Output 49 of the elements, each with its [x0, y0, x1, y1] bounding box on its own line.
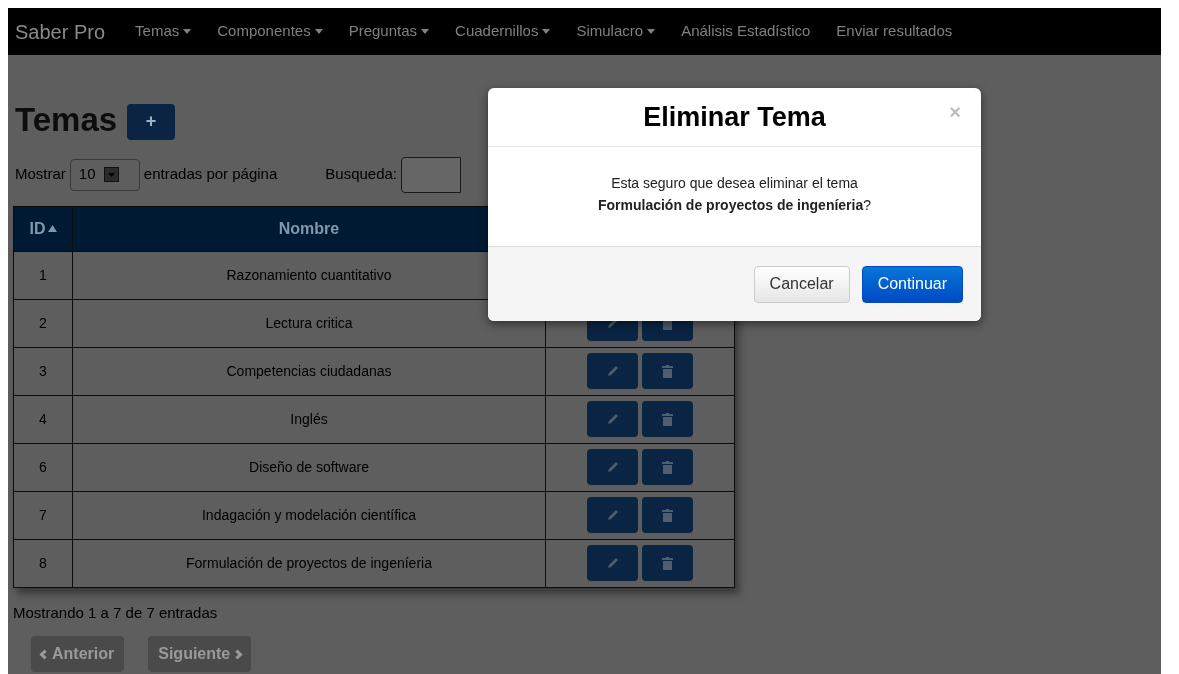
page-title: Temas — [15, 100, 118, 140]
pencil-icon — [606, 509, 619, 521]
length-label: Mostrar — [15, 164, 66, 185]
table-cell: 8 — [14, 539, 73, 587]
search-field[interactable] — [401, 156, 461, 193]
caret-icon — [647, 29, 656, 34]
cancel-button[interactable]: Cancelar — [753, 265, 850, 303]
caret-icon — [421, 29, 430, 34]
pencil-icon — [606, 461, 619, 473]
column-header[interactable]: ID — [14, 206, 73, 251]
add-button[interactable]: + — [127, 103, 176, 140]
trash-icon — [662, 556, 673, 570]
table-cell: 4 — [14, 395, 73, 443]
nav-menu-item[interactable]: Preguntas — [348, 20, 430, 43]
nav-menu-item[interactable]: Cuadernillos — [455, 20, 551, 43]
table-cell: 2 — [14, 299, 73, 347]
continue-button[interactable]: Continuar — [861, 265, 963, 303]
table-cell: 3 — [14, 347, 73, 395]
trash-icon — [662, 508, 673, 522]
pencil-icon — [606, 365, 619, 377]
length-label-suffix: entradas por página — [143, 164, 278, 185]
table-cell: Competencias ciudadanas — [73, 347, 546, 395]
table-cell: 6 — [14, 443, 73, 491]
caret-icon — [314, 29, 323, 34]
nav-menu-item[interactable]: Temas — [135, 20, 192, 43]
nav-menu-item[interactable]: Componentes — [217, 20, 323, 43]
nav-menu-item[interactable]: Análisis Estadístico — [681, 20, 811, 43]
pencil-icon — [606, 413, 619, 425]
nav-menu-item[interactable]: Enviar resultados — [836, 20, 953, 43]
table-cell: Diseño de software — [73, 443, 546, 491]
brand-link[interactable]: Saber Pro — [15, 16, 106, 47]
trash-icon — [662, 412, 673, 426]
table-info: Mostrando 1 a 7 de 7 entradas — [13, 602, 219, 623]
trash-icon — [662, 364, 673, 378]
pencil-icon — [606, 557, 619, 569]
trash-icon — [662, 460, 673, 474]
page-size-select[interactable]: 10 — [69, 158, 140, 191]
nav-menu-item[interactable]: Simulacro — [576, 20, 656, 43]
table-cell: Formulación de proyectos de ingeníeria — [73, 539, 546, 587]
search-label: Busqueda: — [325, 164, 397, 185]
caret-icon — [542, 29, 551, 34]
table-cell: 1 — [14, 251, 73, 299]
caret-icon — [183, 29, 192, 34]
dialog-message: Formulación de proyectos de ingeníeria? — [597, 195, 872, 215]
table-cell: Inglés — [73, 395, 546, 443]
table-cell: 7 — [14, 491, 73, 539]
table-cell: Indagación y modelación científica — [73, 491, 546, 539]
dialog-title: Eliminar Tema — [643, 100, 826, 134]
dialog-message: Esta seguro que desea eliminar el tema — [611, 173, 858, 193]
